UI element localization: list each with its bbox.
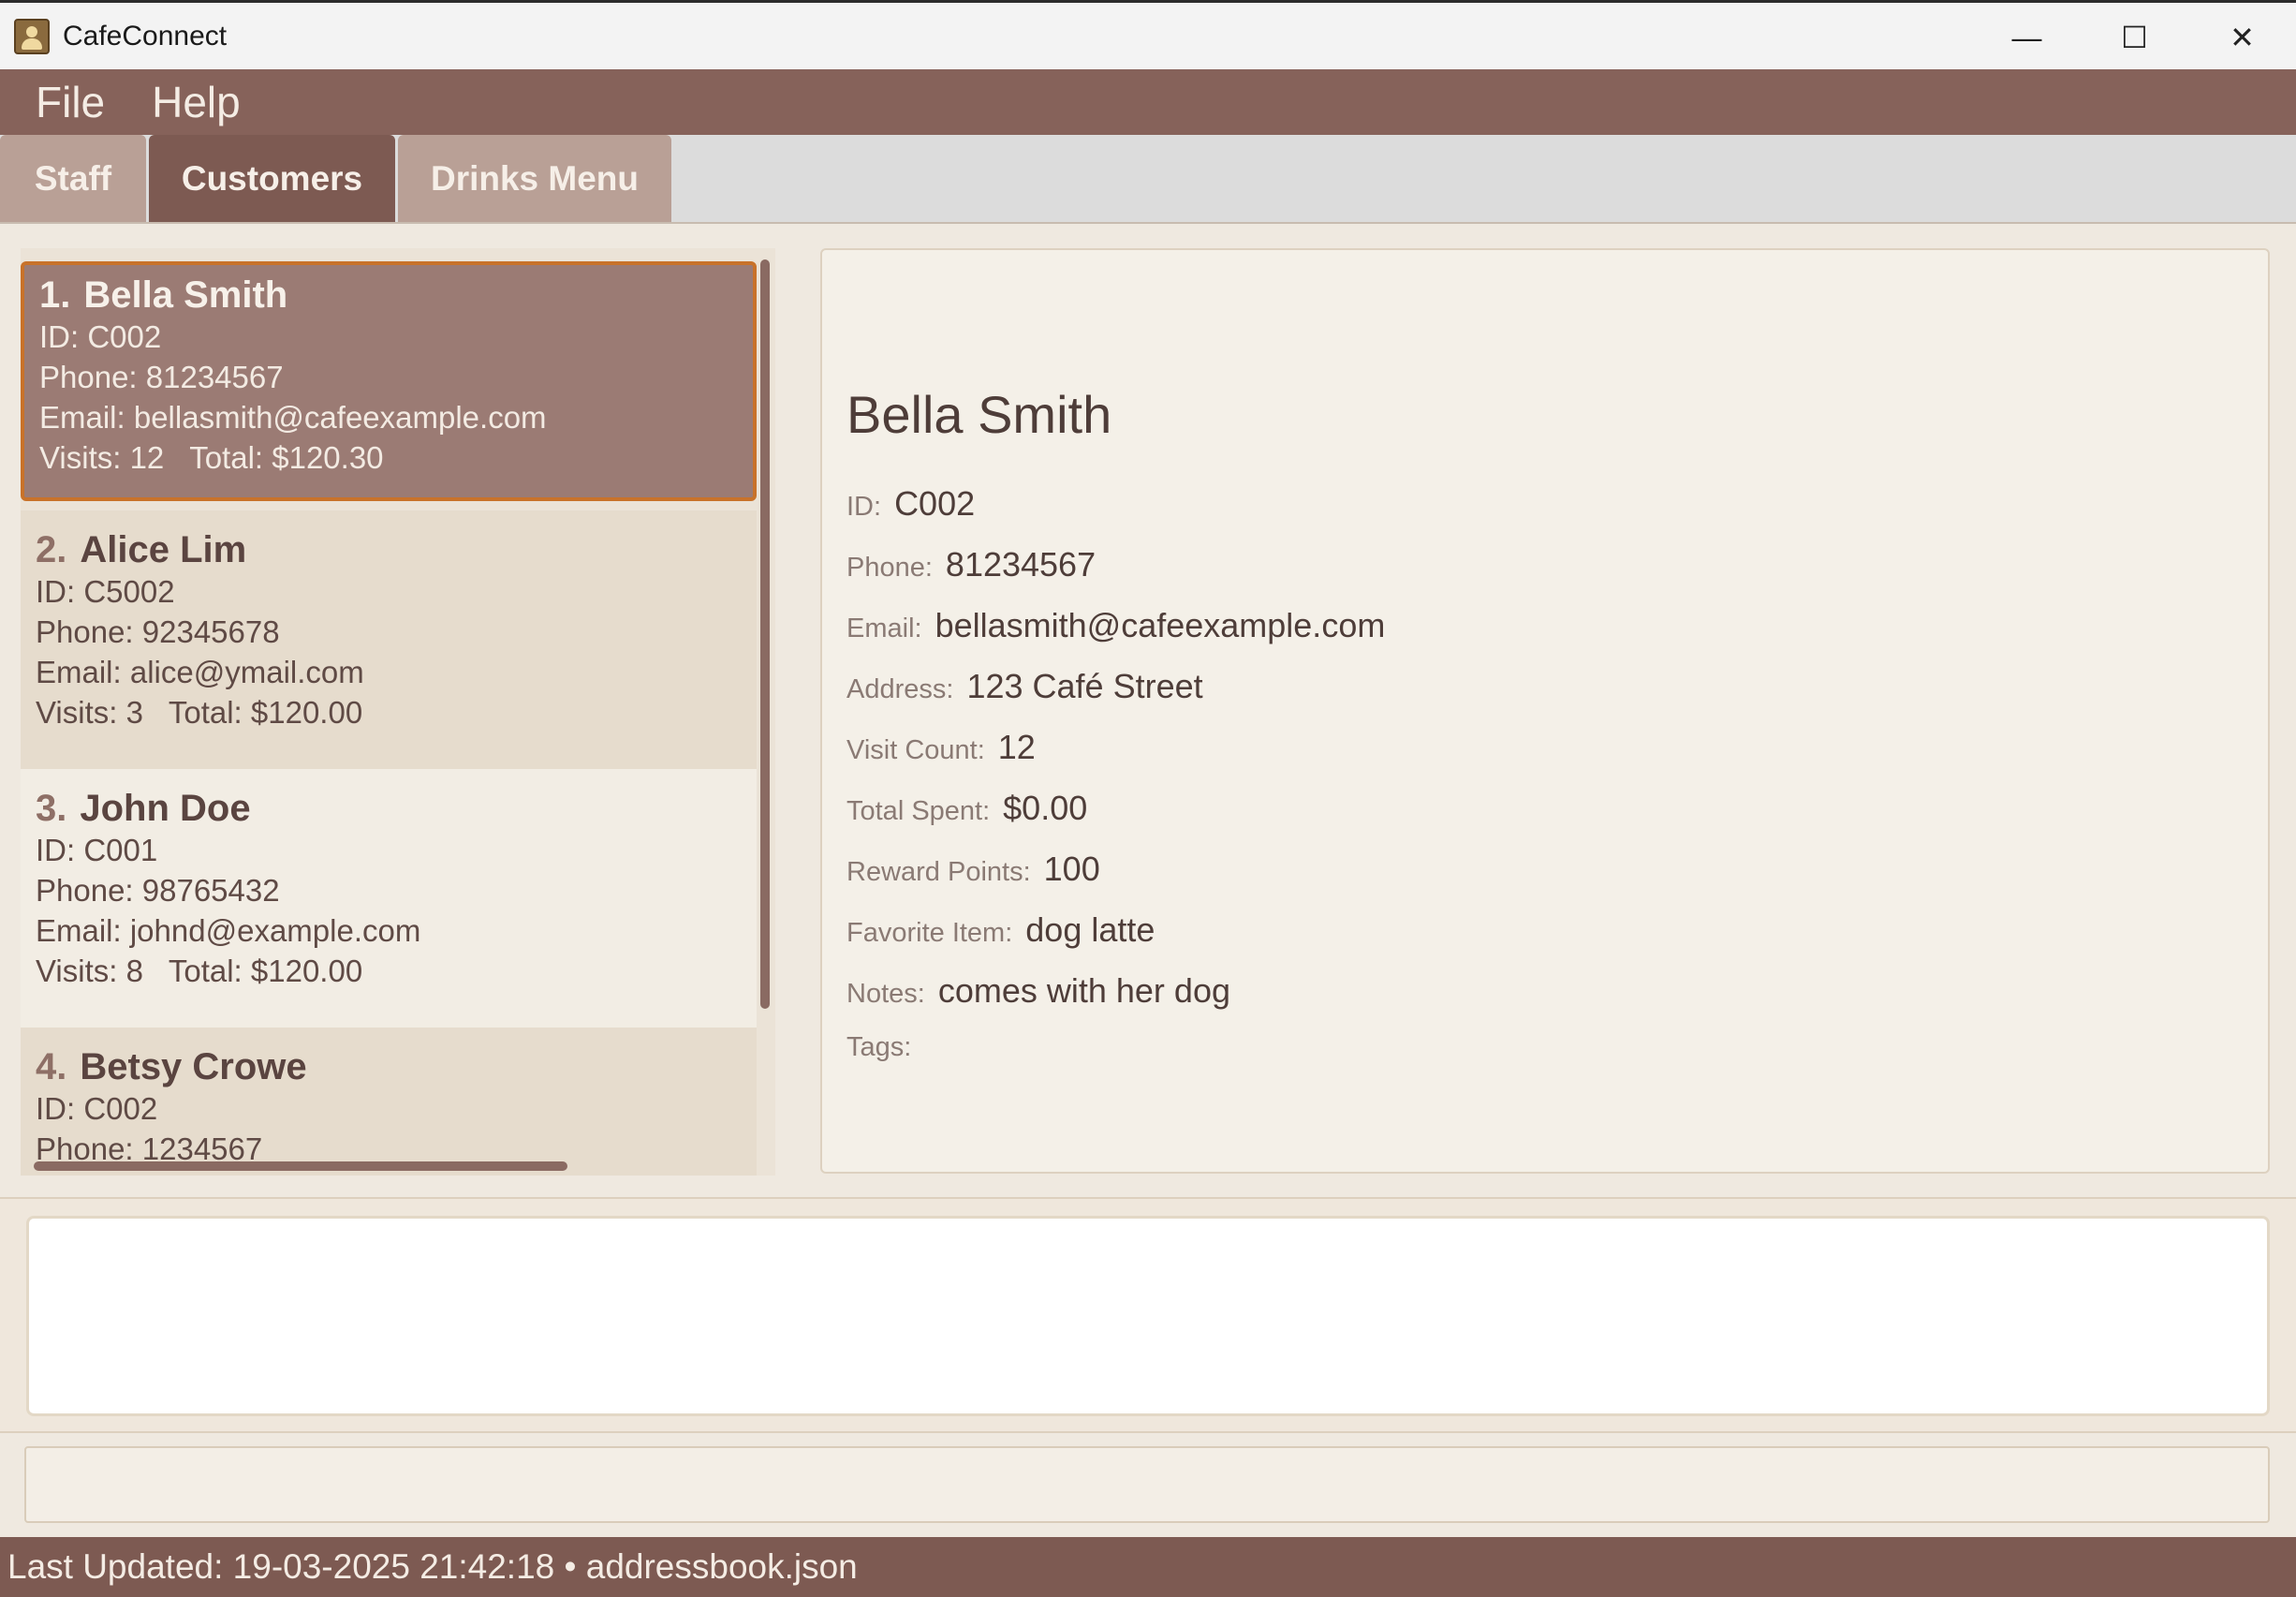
field-value: 12: [997, 728, 1036, 766]
field-label: Visit Count:: [846, 735, 985, 765]
detail-field-email: Email: bellasmith@cafeexample.com: [846, 606, 1385, 645]
field-label: Total Spent:: [846, 796, 991, 826]
menu-bar: File Help: [0, 69, 2296, 135]
customer-name-text: John Doe: [80, 788, 251, 829]
field-label: Reward Points:: [846, 857, 1031, 887]
tab-bar: Staff Customers Drinks Menu: [0, 135, 2296, 224]
customer-id: ID: C5002: [36, 574, 175, 609]
detail-field-address: Address: 123 Café Street: [846, 667, 1203, 706]
customer-email: Email: johnd@example.com: [36, 913, 421, 948]
tab-customers[interactable]: Customers: [149, 135, 395, 222]
window-title: CafeConnect: [63, 20, 228, 52]
list-vertical-scrollbar[interactable]: [760, 259, 770, 1009]
field-value: 123 Café Street: [966, 667, 1203, 705]
menu-file[interactable]: File: [36, 77, 105, 127]
field-value: dog latte: [1025, 910, 1155, 949]
customer-phone: Phone: 98765432: [36, 873, 280, 908]
customer-list[interactable]: 1. Bella Smith ID: C002 Phone: 81234567 E…: [21, 248, 775, 1176]
customer-card[interactable]: 2. Alice Lim ID: C5002 Phone: 92345678 Em…: [21, 510, 757, 769]
detail-field-tags: Tags:: [846, 1032, 924, 1063]
detail-field-visit-count: Visit Count: 12: [846, 728, 1036, 767]
customer-id: ID: C002: [39, 319, 162, 354]
customer-phone: Phone: 81234567: [39, 360, 284, 394]
customer-name-text: Alice Lim: [80, 529, 247, 570]
title-bar: CafeConnect — ☐ ✕: [0, 0, 2296, 69]
customer-card-selected[interactable]: 1. Bella Smith ID: C002 Phone: 81234567 E…: [21, 261, 757, 501]
customer-name: 4. Betsy Crowe: [36, 1046, 757, 1088]
list-horizontal-scrollbar[interactable]: [34, 1161, 567, 1171]
field-label: ID:: [846, 492, 882, 522]
field-label: Notes:: [846, 979, 925, 1009]
menu-help[interactable]: Help: [152, 77, 241, 127]
field-label: Favorite Item:: [846, 918, 1013, 948]
customer-id: ID: C001: [36, 833, 158, 867]
tab-drinks-menu[interactable]: Drinks Menu: [398, 135, 671, 222]
customer-email: Email: alice@ymail.com: [36, 655, 364, 689]
detail-field-phone: Phone: 81234567: [846, 545, 1096, 584]
customer-name-text: Betsy Crowe: [80, 1046, 307, 1087]
field-value: $0.00: [1003, 789, 1088, 827]
customer-stats: Visits: 12 Total: $120.30: [39, 440, 384, 475]
status-text: Last Updated: 19-03-2025 21:42:18 • addr…: [7, 1547, 858, 1586]
customer-id: ID: C002: [36, 1091, 158, 1126]
tab-staff[interactable]: Staff: [0, 135, 146, 222]
field-label: Address:: [846, 674, 954, 704]
field-label: Phone:: [846, 553, 933, 583]
detail-field-favorite-item: Favorite Item: dog latte: [846, 910, 1155, 950]
field-label: Email:: [846, 614, 922, 643]
detail-field-id: ID: C002: [846, 484, 975, 524]
customer-name: 1. Bella Smith: [39, 274, 753, 317]
maximize-button[interactable]: ☐: [2081, 3, 2188, 72]
customer-name: 3. John Doe: [36, 788, 757, 830]
command-input[interactable]: [26, 1216, 2270, 1416]
close-button[interactable]: ✕: [2188, 3, 2296, 72]
customer-name: 2. Alice Lim: [36, 529, 757, 571]
customer-detail-panel: Bella Smith ID: C002 Phone: 81234567 Email…: [820, 248, 2270, 1174]
customer-card[interactable]: 3. John Doe ID: C001 Phone: 98765432 Emai…: [21, 769, 757, 1028]
customer-index: 2.: [36, 529, 67, 570]
customer-index: 1.: [39, 274, 71, 316]
detail-field-notes: Notes: comes with her dog: [846, 971, 1230, 1011]
customer-index: 4.: [36, 1046, 67, 1087]
customer-stats: Visits: 3 Total: $120.00: [36, 695, 363, 730]
app-icon: [14, 18, 50, 54]
customer-card[interactable]: 4. Betsy Crowe ID: C002 Phone: 1234567: [21, 1028, 757, 1176]
command-box: [0, 1197, 2296, 1433]
result-display: [24, 1446, 2270, 1523]
status-bar: Last Updated: 19-03-2025 21:42:18 • addr…: [0, 1537, 2296, 1597]
field-value: comes with her dog: [937, 971, 1230, 1010]
field-value: 81234567: [945, 545, 1096, 584]
customer-name-text: Bella Smith: [83, 274, 288, 316]
detail-field-reward-points: Reward Points: 100: [846, 850, 1100, 889]
field-label: Tags:: [846, 1032, 912, 1062]
detail-customer-name: Bella Smith: [846, 385, 1112, 444]
field-value: 100: [1043, 850, 1100, 888]
field-value: C002: [894, 484, 976, 523]
field-value: bellasmith@cafeexample.com: [935, 606, 1386, 644]
customer-stats: Visits: 8 Total: $120.00: [36, 954, 363, 988]
customer-email: Email: bellasmith@cafeexample.com: [39, 400, 547, 435]
customer-index: 3.: [36, 788, 67, 829]
window-controls: — ☐ ✕: [1973, 3, 2296, 72]
minimize-button[interactable]: —: [1973, 3, 2081, 72]
customer-phone: Phone: 92345678: [36, 614, 280, 649]
detail-field-total-spent: Total Spent: $0.00: [846, 789, 1087, 828]
